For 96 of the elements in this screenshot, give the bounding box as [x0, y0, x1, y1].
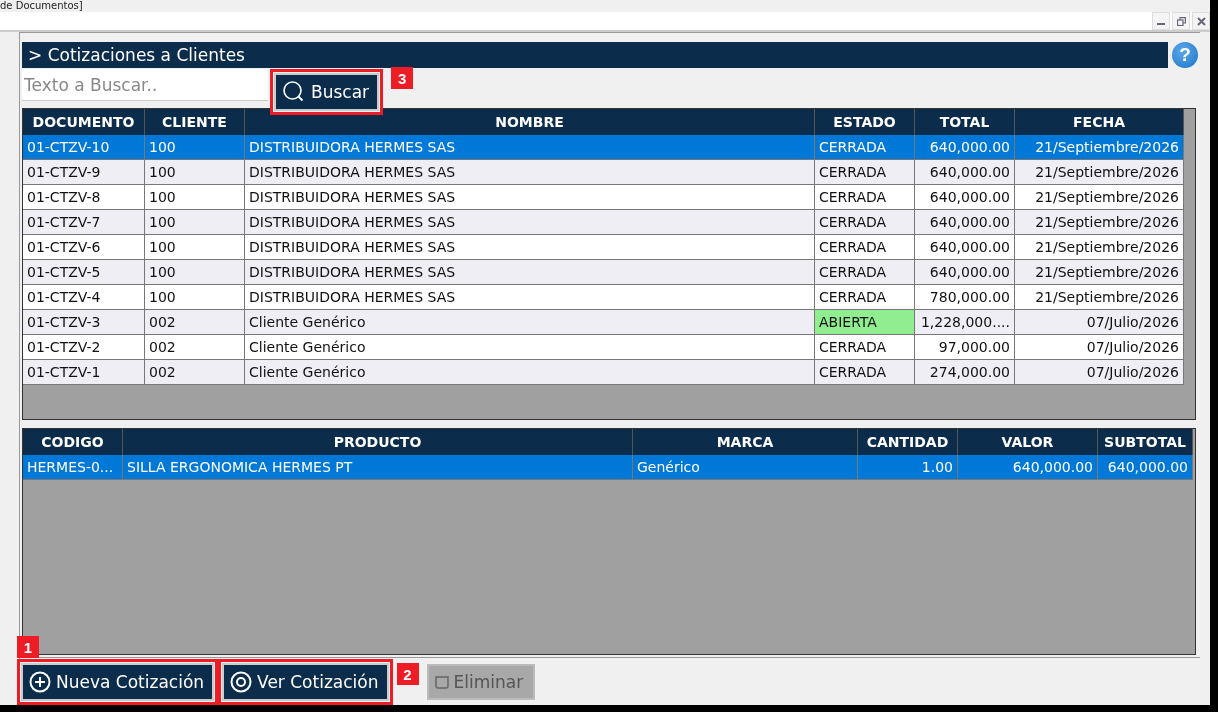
search-icon: [282, 80, 306, 104]
table-cell: 01-CTZV-3: [23, 310, 145, 335]
table-cell: 640,000.00: [915, 260, 1015, 285]
table-cell: 002: [145, 360, 245, 385]
table-cell: 21/Septiembre/2026: [1015, 135, 1184, 160]
eye-icon: [230, 671, 253, 693]
column-header[interactable]: NOMBRE: [245, 109, 815, 135]
table-cell: 002: [145, 310, 245, 335]
restore-button[interactable]: [1172, 12, 1190, 30]
table-cell: SILLA ERGONOMICA HERMES PT: [123, 455, 633, 480]
table-cell: 01-CTZV-4: [23, 285, 145, 310]
column-header[interactable]: DOCUMENTO: [23, 109, 145, 135]
column-header[interactable]: FECHA: [1015, 109, 1184, 135]
table-cell: ABIERTA: [815, 310, 915, 335]
table-cell: 1.00: [858, 455, 958, 480]
table-cell: 07/Julio/2026: [1015, 335, 1184, 360]
table-cell: DISTRIBUIDORA HERMES SAS: [245, 235, 815, 260]
table-cell: 97,000.00: [915, 335, 1015, 360]
table-cell: DISTRIBUIDORA HERMES SAS: [245, 210, 815, 235]
table-cell: CERRADA: [815, 160, 915, 185]
table-cell: 100: [145, 285, 245, 310]
table-cell: 002: [145, 335, 245, 360]
table-cell: 07/Julio/2026: [1015, 360, 1184, 385]
column-header[interactable]: MARCA: [633, 429, 858, 455]
table-cell: 01-CTZV-1: [23, 360, 145, 385]
table-cell: CERRADA: [815, 185, 915, 210]
table-cell: 01-CTZV-5: [23, 260, 145, 285]
table-cell: 21/Septiembre/2026: [1015, 160, 1184, 185]
table-cell: DISTRIBUIDORA HERMES SAS: [245, 185, 815, 210]
callout-badge: 1: [17, 636, 39, 658]
table-cell: 100: [145, 135, 245, 160]
restore-icon: [1176, 16, 1186, 26]
table-cell: 100: [145, 235, 245, 260]
column-header[interactable]: TOTAL: [915, 109, 1015, 135]
table-cell: DISTRIBUIDORA HERMES SAS: [245, 285, 815, 310]
table-cell: CERRADA: [815, 285, 915, 310]
table-cell: CERRADA: [815, 360, 915, 385]
callout-badge: 2: [396, 663, 419, 685]
table-cell: 21/Septiembre/2026: [1015, 285, 1184, 310]
view-button[interactable]: Ver Cotización: [222, 663, 389, 701]
column-header[interactable]: ESTADO: [815, 109, 915, 135]
table-cell: 07/Julio/2026: [1015, 310, 1184, 335]
table-cell: 640,000.00: [1098, 455, 1193, 480]
new-button[interactable]: Nueva Cotización: [21, 663, 215, 701]
table-cell: 21/Septiembre/2026: [1015, 260, 1184, 285]
table-cell: Cliente Genérico: [245, 310, 815, 335]
table-cell: 21/Septiembre/2026: [1015, 210, 1184, 235]
minimize-button[interactable]: [1152, 12, 1170, 30]
table-cell: CERRADA: [815, 135, 915, 160]
search-button[interactable]: Buscar: [274, 73, 380, 111]
table-cell: 640,000.00: [915, 185, 1015, 210]
table-cell: DISTRIBUIDORA HERMES SAS: [245, 260, 815, 285]
table-cell: 01-CTZV-8: [23, 185, 145, 210]
table-cell: CERRADA: [815, 235, 915, 260]
table-cell: 21/Septiembre/2026: [1015, 235, 1184, 260]
table-cell: 780,000.00: [915, 285, 1015, 310]
table-cell: Cliente Genérico: [245, 360, 815, 385]
table-cell: CERRADA: [815, 335, 915, 360]
column-header[interactable]: SUBTOTAL: [1098, 429, 1193, 455]
table-cell: 01-CTZV-6: [23, 235, 145, 260]
table-cell: 01-CTZV-7: [23, 210, 145, 235]
table-cell: 640,000.00: [915, 210, 1015, 235]
table-cell: 1,228,000....: [915, 310, 1015, 335]
table-cell: HERMES-0...: [23, 455, 123, 480]
table-cell: 640,000.00: [915, 235, 1015, 260]
table-cell: DISTRIBUIDORA HERMES SAS: [245, 135, 815, 160]
table-cell: 100: [145, 260, 245, 285]
table-cell: Cliente Genérico: [245, 335, 815, 360]
column-header[interactable]: CLIENTE: [145, 109, 245, 135]
callout-badge: 3: [391, 67, 414, 89]
table-cell: CERRADA: [815, 260, 915, 285]
table-cell: 640,000.00: [915, 135, 1015, 160]
table-cell: 100: [145, 160, 245, 185]
table-cell: 01-CTZV-9: [23, 160, 145, 185]
close-button[interactable]: [1192, 12, 1210, 30]
section-title: > Cotizaciones a Clientes: [22, 42, 1168, 68]
table-cell: 21/Septiembre/2026: [1015, 185, 1184, 210]
table-cell: 01-CTZV-10: [23, 135, 145, 160]
trash-icon: [434, 675, 449, 689]
window-title: de Documentos]: [0, 0, 83, 12]
column-header[interactable]: CANTIDAD: [858, 429, 958, 455]
table-cell: 01-CTZV-2: [23, 335, 145, 360]
table-cell: 640,000.00: [915, 160, 1015, 185]
table-cell: 100: [145, 185, 245, 210]
column-header[interactable]: CODIGO: [23, 429, 123, 455]
table-cell: 100: [145, 210, 245, 235]
table-cell: 274,000.00: [915, 360, 1015, 385]
table-cell: DISTRIBUIDORA HERMES SAS: [245, 160, 815, 185]
close-icon: [1196, 16, 1206, 26]
table-cell: Genérico: [633, 455, 858, 480]
search-field[interactable]: Texto a Buscar..: [22, 69, 268, 101]
column-header[interactable]: PRODUCTO: [123, 429, 633, 455]
table-cell: 640,000.00: [958, 455, 1098, 480]
column-header[interactable]: VALOR: [958, 429, 1098, 455]
table-cell: CERRADA: [815, 210, 915, 235]
plus-circle-icon: [29, 671, 51, 693]
